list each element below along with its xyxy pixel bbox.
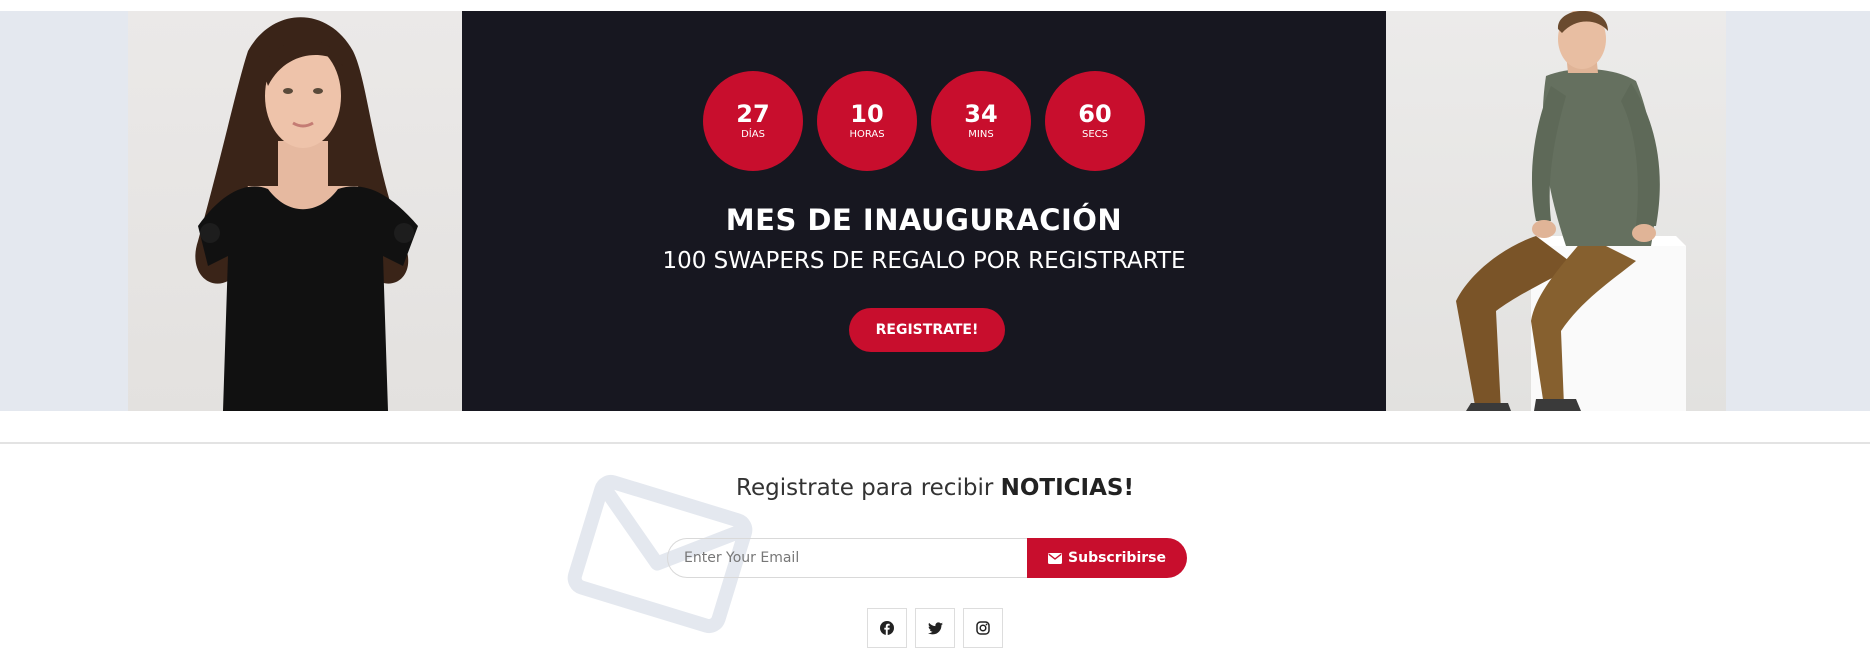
countdown-hours: 10 HORAS: [817, 71, 917, 171]
countdown-hours-value: 10: [850, 100, 884, 128]
facebook-icon: [880, 621, 894, 635]
instagram-link[interactable]: [963, 608, 1003, 648]
subscribe-button[interactable]: Subscribirse: [1027, 538, 1187, 578]
countdown-timer: 27 DÍAS 10 HORAS 34 MINS 60 SECS: [462, 71, 1386, 171]
man-model-illustration: [1456, 11, 1686, 411]
promo-subtitle: 100 SWAPERS DE REGALO POR REGISTRARTE: [662, 248, 1186, 274]
facebook-link[interactable]: [867, 608, 907, 648]
instagram-icon: [976, 621, 990, 635]
register-button[interactable]: REGISTRATE!: [849, 308, 1005, 352]
countdown-seconds-label: SECS: [1082, 129, 1108, 140]
countdown-seconds-value: 60: [1078, 100, 1112, 128]
promo-title: MES DE INAUGURACIÓN: [725, 203, 1123, 237]
envelope-icon: [1048, 552, 1063, 564]
subscribe-label: Subscribirse: [1068, 550, 1166, 566]
countdown-hours-label: HORAS: [849, 129, 885, 140]
twitter-icon: [927, 621, 943, 634]
countdown-days-label: DÍAS: [741, 129, 765, 140]
countdown-days-value: 27: [736, 100, 770, 128]
social-links: [0, 608, 1870, 648]
woman-model-photo: [128, 11, 462, 411]
subscribe-form: Subscribirse: [667, 538, 1187, 578]
newsletter-title: Registrate para recibir NOTICIAS!: [0, 475, 1870, 501]
countdown-minutes-label: MINS: [968, 129, 994, 140]
countdown-seconds: 60 SECS: [1045, 71, 1145, 171]
newsletter-title-prefix: Registrate para recibir: [736, 475, 1001, 501]
countdown-days: 27 DÍAS: [703, 71, 803, 171]
email-input[interactable]: [667, 538, 1027, 578]
newsletter-title-bold: NOTICIAS!: [1000, 475, 1134, 501]
hero-banner: 27 DÍAS 10 HORAS 34 MINS 60 SECS MES DE …: [0, 11, 1870, 411]
countdown-minutes-value: 34: [964, 100, 998, 128]
woman-model-illustration: [195, 17, 418, 411]
twitter-link[interactable]: [915, 608, 955, 648]
newsletter-section: Registrate para recibir NOTICIAS! Subscr…: [0, 444, 1870, 660]
man-model-photo: [1386, 11, 1726, 411]
countdown-minutes: 34 MINS: [931, 71, 1031, 171]
promo-panel: 27 DÍAS 10 HORAS 34 MINS 60 SECS MES DE …: [462, 11, 1386, 411]
